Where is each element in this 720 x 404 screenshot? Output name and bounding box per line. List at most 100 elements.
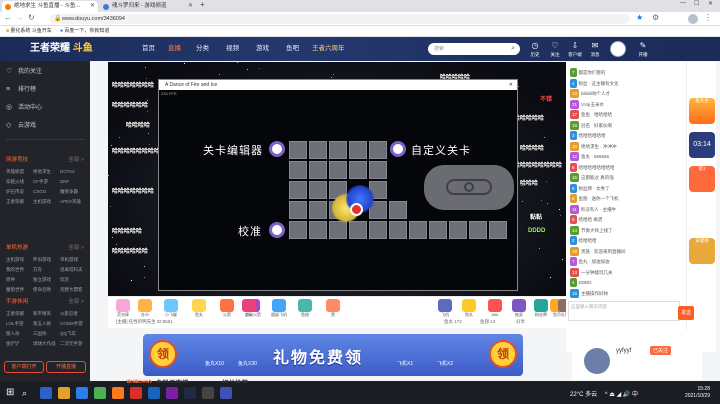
bookmark-star-icon[interactable]: ★ — [636, 13, 643, 22]
maximize-icon[interactable]: ☐ — [694, 0, 699, 7]
nav-category[interactable]: 分类 — [196, 37, 209, 61]
browser-tab[interactable]: 魂斗罗归来 - 游戏频道 ✕ — [100, 1, 196, 12]
share-button[interactable]: 分享 — [516, 316, 525, 328]
windows-start-icon[interactable]: ⊞ — [6, 387, 14, 398]
forward-icon[interactable]: → — [16, 13, 24, 22]
close-tab-icon[interactable]: ✕ — [188, 1, 193, 12]
category-link[interactable]: 炉石传说 — [6, 187, 33, 197]
site-logo[interactable]: 王者荣耀 斗鱼 — [30, 40, 93, 58]
category-link[interactable]: APEX英雄 — [60, 197, 87, 207]
promo-banner[interactable]: 领 领 礼物免费领 鱼丸X10 鱼丸X30 飞机X1 飞机X2 — [143, 334, 523, 376]
section-more-link[interactable]: 全部 > — [68, 297, 84, 307]
category-link[interactable]: DOTA2 — [60, 167, 87, 177]
category-link[interactable]: 使命召唤 — [33, 285, 60, 295]
search-icon[interactable]: ⌕ — [511, 43, 515, 55]
category-link[interactable]: 主机游戏 — [6, 255, 33, 265]
sidebar-item-events[interactable]: ◎ 活动中心 — [0, 99, 90, 117]
app-icon[interactable] — [148, 387, 160, 399]
file-explorer-icon[interactable] — [58, 387, 70, 399]
extensions-icon[interactable]: ⚙ — [652, 13, 659, 22]
category-link[interactable]: 金铲铲 — [6, 339, 33, 349]
category-link[interactable]: DNF — [60, 177, 87, 187]
menu-icon[interactable]: ⋮ — [704, 13, 712, 22]
category-link[interactable]: 火影忍者 — [60, 309, 87, 319]
category-link[interactable]: CF手游 — [33, 177, 60, 187]
tray-icons[interactable]: ^ ⏏ ◢ 🔊 — [605, 392, 631, 398]
nav-home[interactable]: 首页 — [142, 37, 155, 61]
category-link[interactable]: 方舟 — [33, 265, 60, 275]
rank-badge[interactable]: 贡献榜 — [689, 238, 715, 264]
edge-icon[interactable] — [76, 387, 88, 399]
category-link[interactable]: 魔兽世界 — [6, 285, 33, 295]
rank-badge[interactable]: 第1 — [689, 166, 715, 192]
reload-icon[interactable]: ↻ — [28, 13, 35, 22]
new-tab-icon[interactable]: + — [200, 0, 205, 9]
nav-game[interactable]: 游戏 — [256, 37, 269, 61]
custom-level-portal[interactable] — [390, 141, 406, 157]
category-link[interactable]: 穿越火线 — [6, 177, 33, 187]
douyu-app-icon[interactable] — [112, 387, 124, 399]
history-button[interactable]: ◷ 历史 — [526, 40, 544, 60]
category-link[interactable]: LOL手游 — [6, 319, 33, 329]
clock[interactable]: 15:28 2021/10/29 — [685, 386, 710, 400]
task-view-icon[interactable] — [40, 387, 52, 399]
app-icon[interactable] — [130, 387, 142, 399]
profile-avatar[interactable] — [688, 14, 698, 24]
category-link[interactable]: 魔兽争霸 — [60, 187, 87, 197]
category-link[interactable]: 王者荣耀 — [6, 197, 33, 207]
search-icon[interactable]: ⌕ — [22, 388, 27, 399]
category-link[interactable]: 原神 — [6, 275, 33, 285]
nav-yuba[interactable]: 鱼吧 — [286, 37, 299, 61]
app-icon[interactable] — [202, 387, 214, 399]
category-link[interactable]: 三国杀 — [33, 329, 60, 339]
nav-kog-anniversary[interactable]: 王者六周年 — [312, 37, 345, 61]
category-link[interactable]: 单机游戏 — [60, 255, 87, 265]
category-link[interactable]: 和平精英 — [33, 309, 60, 319]
nav-video[interactable]: 视频 — [226, 37, 239, 61]
editor-portal[interactable] — [269, 141, 285, 157]
ime-indicator[interactable]: 中 — [632, 392, 638, 398]
category-link[interactable]: QQ飞车 — [60, 329, 87, 339]
section-more-link[interactable]: 全部 > — [68, 155, 84, 165]
back-icon[interactable]: ← — [4, 13, 12, 22]
category-link[interactable]: 独立游戏 — [33, 275, 60, 285]
anchor-avatar[interactable] — [584, 348, 610, 374]
chrome-icon[interactable] — [94, 387, 106, 399]
category-link[interactable]: 绝地求生 — [33, 167, 60, 177]
category-link[interactable]: 怀旧游戏 — [33, 255, 60, 265]
sidebar-item-follow[interactable]: ♡ 我的关注 — [0, 63, 90, 81]
send-button[interactable]: 发送 — [678, 306, 694, 320]
download-button[interactable]: ⇩ 客户端 — [566, 40, 584, 60]
steam-icon[interactable] — [184, 387, 196, 399]
bookmark-item[interactable]: ● 百度一下，你就知道 — [60, 26, 109, 37]
search-input[interactable]: 搜索 ⌕ — [428, 43, 520, 55]
browser-tab-active[interactable]: 绝地求生 斗鱼直播 - 斗鱼... ✕ — [2, 1, 98, 12]
category-link[interactable]: 球球大作战 — [33, 339, 60, 349]
sidebar-item-ranking[interactable]: ≡ 排行榜 — [0, 81, 90, 99]
sidebar-item-cloud-game[interactable]: ◇ 云游戏 — [0, 117, 90, 135]
start-stream-button[interactable]: 开播直播 — [46, 361, 86, 373]
section-more-link[interactable]: 全部 > — [68, 243, 84, 253]
message-button[interactable]: ✉ 消息 — [586, 40, 604, 60]
rank-badge[interactable]: 鱼丸主 — [689, 98, 715, 124]
close-icon[interactable]: ✕ — [509, 80, 513, 90]
close-tab-icon[interactable]: ✕ — [90, 1, 95, 12]
follow-status-button[interactable]: 已关注 — [650, 346, 672, 355]
category-link[interactable]: CODM手游 — [60, 319, 87, 329]
category-link[interactable]: 英雄联盟 — [6, 167, 33, 177]
url-field[interactable]: 🔒 www.douyu.com/3436094 — [50, 14, 630, 24]
category-link[interactable]: 逃离塔科夫 — [60, 265, 87, 275]
app-icon[interactable] — [166, 387, 178, 399]
go-live-button[interactable]: ✎ 开播 — [634, 40, 652, 60]
weather-text[interactable]: 22°C 多云 — [570, 392, 597, 398]
nav-live[interactable]: 直播 — [168, 37, 181, 61]
category-link[interactable]: 荒野大镖客 — [60, 285, 87, 295]
user-avatar[interactable] — [610, 41, 626, 57]
category-link[interactable]: 主机游戏 — [33, 197, 60, 207]
chat-input[interactable]: 这里输入聊天内容 — [568, 301, 680, 321]
app-icon[interactable] — [220, 387, 232, 399]
category-link[interactable]: 饥荒 — [60, 275, 87, 285]
category-link[interactable]: 狼人杀 — [6, 329, 33, 339]
bookmark-item[interactable]: ■ 量化系统 斗鱼开车 — [6, 26, 52, 37]
category-link[interactable]: 王者荣耀 — [6, 309, 33, 319]
